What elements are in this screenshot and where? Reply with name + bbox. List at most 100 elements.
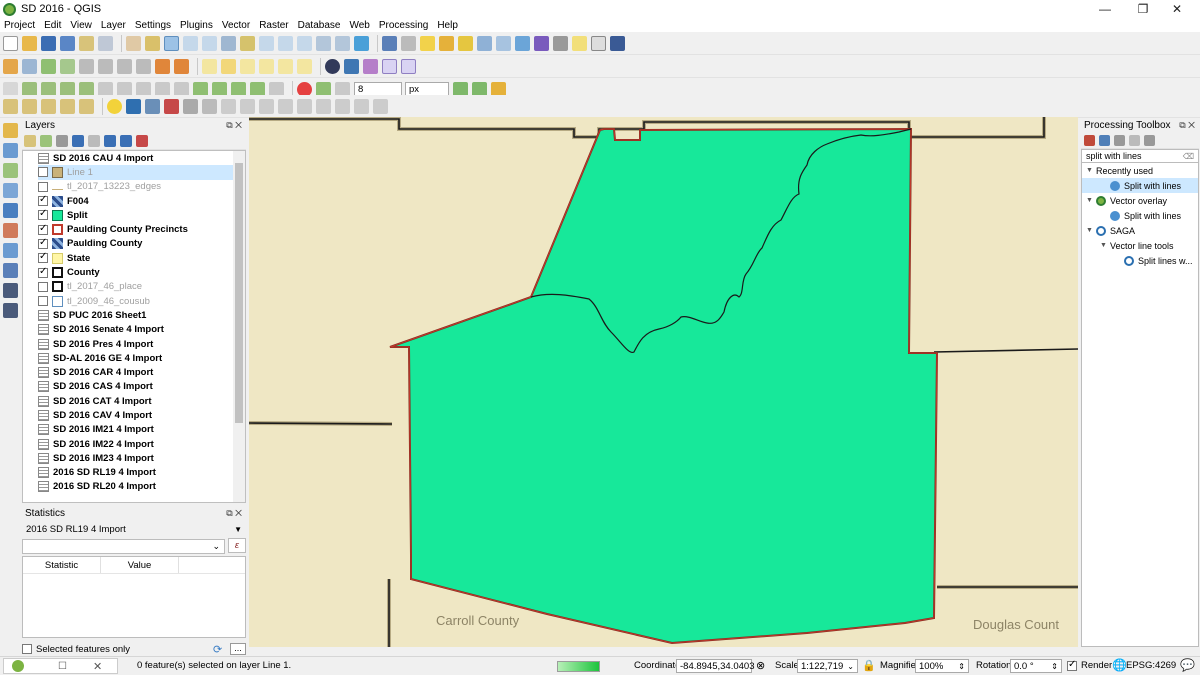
cut-features-icon[interactable] (98, 58, 113, 74)
processing-item[interactable]: Split with lines (1082, 208, 1198, 223)
history-icon[interactable] (1114, 135, 1125, 146)
menu-settings[interactable]: Settings (135, 20, 171, 31)
restore-icon[interactable]: ☐ (58, 661, 67, 672)
layer-row[interactable]: Split (38, 208, 233, 222)
zoom-last-icon[interactable] (278, 35, 293, 51)
parallel-line-icon[interactable] (335, 98, 350, 114)
text-annotation-icon[interactable] (591, 35, 606, 51)
save-as-icon[interactable] (60, 35, 75, 51)
remove-layer-icon[interactable] (136, 135, 148, 147)
add-vector-icon[interactable] (3, 163, 18, 178)
spatial-bookmark-icon[interactable] (316, 35, 331, 51)
plugin-icon[interactable] (363, 58, 378, 74)
tree-expander-icon[interactable]: ▼ (1086, 197, 1096, 204)
menu-web[interactable]: Web (349, 20, 369, 31)
layer-row[interactable]: SD-AL 2016 GE 4 Import (38, 351, 233, 365)
show-bookmarks-icon[interactable] (335, 35, 350, 51)
statistical-summary-icon[interactable] (534, 35, 549, 51)
layer-row[interactable]: F004 (38, 194, 233, 208)
layer-row[interactable]: County (38, 265, 233, 279)
layer-row[interactable]: Paulding County (38, 237, 233, 251)
measure-line-icon[interactable] (553, 35, 568, 51)
lock-scale-icon[interactable]: 🔒 (862, 659, 876, 672)
menu-view[interactable]: View (70, 20, 92, 31)
layer-row[interactable]: SD 2016 CAT 4 Import (38, 394, 233, 408)
close-button[interactable]: ✕ (1154, 0, 1200, 18)
map-canvas[interactable]: Carroll County Douglas Count (249, 117, 1078, 647)
new-shapefile-icon[interactable] (3, 223, 18, 238)
move-label-icon[interactable] (259, 58, 274, 74)
manage-themes-icon[interactable] (56, 135, 68, 147)
panel-float-close-icon[interactable]: ⧉ ✕ (226, 508, 242, 519)
perpendicular-icon[interactable] (354, 98, 369, 114)
add-delimited-text-icon[interactable] (3, 183, 18, 198)
processing-item[interactable]: Split lines w... (1082, 253, 1198, 268)
zoom-full-icon[interactable] (221, 35, 236, 51)
add-wcs-icon[interactable] (3, 303, 18, 318)
undo-icon[interactable] (155, 58, 170, 74)
filter-legend-icon[interactable] (72, 135, 84, 147)
identify-features-icon[interactable] (382, 35, 397, 51)
spinner-arrows-icon[interactable]: ⇕ (958, 662, 965, 671)
layer-row[interactable]: SD 2016 CAU 4 Import (38, 151, 233, 165)
delete-selected-icon[interactable] (79, 58, 94, 74)
tree-expander-icon[interactable]: ▼ (1086, 227, 1096, 234)
panel-float-close-icon[interactable]: ⧉ ✕ (226, 120, 242, 131)
add-regular-polygon-icon[interactable] (79, 98, 94, 114)
processing-item[interactable]: Split with lines (1082, 178, 1198, 193)
add-rectangle-icon[interactable] (60, 98, 75, 114)
deselect-icon[interactable] (458, 35, 473, 51)
layer-row[interactable]: SD 2016 IM23 4 Import (38, 451, 233, 465)
menu-layer[interactable]: Layer (101, 20, 126, 31)
zoom-to-layer-icon[interactable] (259, 35, 274, 51)
redo-icon[interactable] (174, 58, 189, 74)
open-project-icon[interactable] (22, 35, 37, 51)
layer-row[interactable]: State (38, 251, 233, 265)
processing-toolbox-icon[interactable] (515, 35, 530, 51)
layer-visibility-checkbox[interactable] (38, 194, 48, 207)
save-project-icon[interactable] (41, 35, 56, 51)
pin-labels-icon[interactable] (221, 58, 236, 74)
zoom-out-icon[interactable] (183, 35, 198, 51)
layer-visibility-checkbox[interactable] (38, 223, 48, 235)
processing-item[interactable]: ▼ SAGA (1082, 223, 1198, 238)
split-polygon[interactable] (389, 127, 939, 645)
snap-tolerance-input[interactable]: 8 (354, 82, 402, 96)
layer-row[interactable]: SD 2016 Senate 4 Import (38, 323, 233, 337)
processing-search-input[interactable]: split with lines ⌫ (1081, 149, 1199, 163)
magnifier-field[interactable]: 100% ⇕ (915, 659, 969, 673)
select-features-icon[interactable] (420, 35, 435, 51)
table-manager-icon[interactable] (183, 98, 198, 114)
more-options-button[interactable]: ... (230, 643, 246, 655)
menu-vector[interactable]: Vector (222, 20, 250, 31)
layer-row[interactable]: tl_2017_46_place (38, 280, 233, 294)
layer-row[interactable]: tl_2017_13223_edges (38, 180, 233, 194)
layer-styling-icon[interactable] (24, 135, 36, 147)
layer-row[interactable]: SD 2016 CAS 4 Import (38, 380, 233, 394)
messages-icon[interactable]: 💬 (1180, 658, 1195, 672)
value-column-header[interactable]: Value (101, 557, 179, 573)
processing-item[interactable]: ▼ Recently used (1082, 163, 1198, 178)
vertex-tool-icon[interactable] (60, 58, 75, 74)
coordinate-field[interactable]: -84.8945,34.0403 (676, 659, 754, 673)
ogr-layer-icon[interactable] (382, 58, 397, 74)
change-label-icon[interactable] (297, 58, 312, 74)
layer-row[interactable]: Line 1 (38, 165, 233, 180)
layer-row[interactable]: Paulding County Precincts (38, 222, 233, 236)
layer-row[interactable]: SD 2016 CAR 4 Import (38, 365, 233, 379)
add-raster-icon[interactable] (3, 143, 18, 158)
layers-scrollbar[interactable] (233, 151, 245, 502)
layers-scrollbar-thumb[interactable] (235, 163, 243, 423)
results-viewer-icon[interactable] (1129, 135, 1140, 146)
menu-raster[interactable]: Raster (259, 20, 288, 31)
extend-line-icon[interactable] (297, 98, 312, 114)
save-edits-icon[interactable] (22, 58, 37, 74)
layer-row[interactable]: SD 2016 IM21 4 Import (38, 423, 233, 437)
rotate-label-icon[interactable] (278, 58, 293, 74)
render-checkbox[interactable] (1067, 659, 1077, 671)
models-icon[interactable] (1084, 135, 1095, 146)
statistics-field-select[interactable]: ⌄ (22, 539, 225, 554)
menu-database[interactable]: Database (298, 20, 341, 31)
layer-row[interactable]: tl_2009_46_cousub (38, 294, 233, 308)
statistics-layer-select[interactable]: 2016 SD RL19 4 Import ▼ (22, 522, 246, 537)
